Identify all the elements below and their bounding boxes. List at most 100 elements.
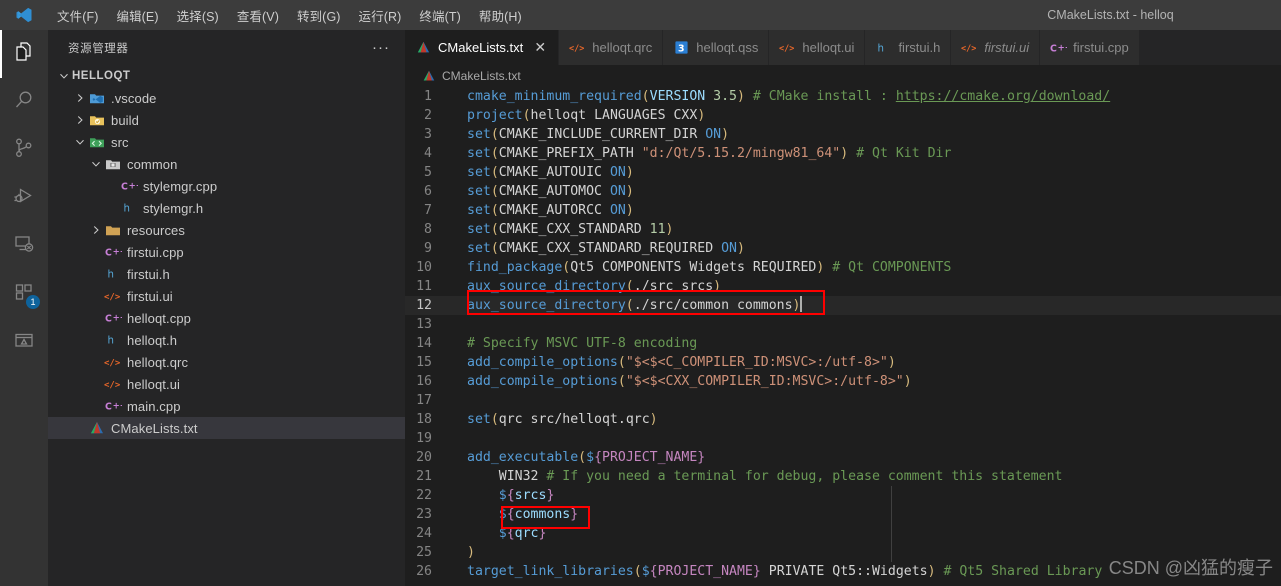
menu-file[interactable]: 文件(F) xyxy=(48,3,107,28)
activity-search[interactable] xyxy=(0,78,48,126)
line-number: 3 xyxy=(424,127,432,142)
tree-item-helloqt-ui[interactable]: </> helloqt.ui xyxy=(48,373,405,395)
tab-helloqt-qrc[interactable]: </> helloqt.qrc xyxy=(559,30,664,65)
tree-item-vscode[interactable]: .vscode xyxy=(48,87,405,109)
code-line: 11 aux_source_directory(./src srcs) xyxy=(405,277,1281,296)
line-number: 24 xyxy=(416,526,432,541)
line-number: 22 xyxy=(416,488,432,503)
tree-item-resources[interactable]: resources xyxy=(48,219,405,241)
tree-item-helloqt[interactable]: HELLOQT xyxy=(48,65,405,87)
tree-item-build[interactable]: build xyxy=(48,109,405,131)
folder-build-icon xyxy=(88,112,106,128)
svg-text:++: ++ xyxy=(1058,43,1067,53)
svg-text:C: C xyxy=(105,247,112,258)
tree-item-cmakelists-txt[interactable]: CMakeLists.txt xyxy=(48,417,405,439)
activity-run-debug[interactable] xyxy=(0,174,48,222)
breadcrumb[interactable]: CMakeLists.txt xyxy=(405,65,1281,87)
cmake-icon xyxy=(88,420,106,436)
tree-item-helloqt-qrc[interactable]: </> helloqt.qrc xyxy=(48,351,405,373)
line-text: set(qrc src/helloqt.qrc) xyxy=(467,412,658,427)
svg-text:h: h xyxy=(107,335,113,346)
tree-item-stylemgr-h[interactable]: h stylemgr.h xyxy=(48,197,405,219)
tree-item-firstui-ui[interactable]: </> firstui.ui xyxy=(48,285,405,307)
chevron-down-icon[interactable] xyxy=(88,157,104,171)
code-line: 10 find_package(Qt5 COMPONENTS Widgets R… xyxy=(405,258,1281,277)
svg-text:</>: </> xyxy=(779,44,794,54)
tree-item-label: HELLOQT xyxy=(72,70,131,82)
menu-selection[interactable]: 选择(S) xyxy=(168,3,228,28)
svg-text:</>: </> xyxy=(569,44,584,54)
line-text: set(CMAKE_AUTOUIC ON) xyxy=(467,165,634,180)
tree-item-helloqt-cpp[interactable]: C++ helloqt.cpp xyxy=(48,307,405,329)
chevron-right-icon[interactable] xyxy=(72,113,88,127)
activity-testing[interactable] xyxy=(0,318,48,366)
line-number: 9 xyxy=(424,241,432,256)
tree-item-helloqt-h[interactable]: h helloqt.h xyxy=(48,329,405,351)
code-line: 14 # Specify MSVC UTF-8 encoding xyxy=(405,334,1281,353)
code-line: 25 ) xyxy=(405,543,1281,562)
code-line: 1 cmake_minimum_required(VERSION 3.5) # … xyxy=(405,87,1281,106)
menu-terminal[interactable]: 终端(T) xyxy=(410,3,469,28)
svg-text:++: ++ xyxy=(112,402,121,412)
menubar[interactable]: 文件(F) 编辑(E) 选择(S) 查看(V) 转到(G) 运行(R) 终端(T… xyxy=(48,3,531,28)
cmake-icon xyxy=(421,69,437,83)
tree-item-label: helloqt.cpp xyxy=(127,310,191,326)
code-line: 18 set(qrc src/helloqt.qrc) xyxy=(405,410,1281,429)
tab-firstui-h[interactable]: h firstui.h xyxy=(865,30,952,65)
activity-explorer[interactable] xyxy=(0,30,48,78)
svg-text:</>: </> xyxy=(104,358,121,368)
tree-item-label: stylemgr.cpp xyxy=(143,178,218,194)
code-line: 22 ${srcs} xyxy=(405,486,1281,505)
tab-firstui-cpp[interactable]: C++ firstui.cpp xyxy=(1040,30,1140,65)
chevron-down-icon[interactable] xyxy=(56,69,72,83)
code-editor[interactable]: 1 cmake_minimum_required(VERSION 3.5) # … xyxy=(405,87,1281,586)
tree-item-main-cpp[interactable]: C++ main.cpp xyxy=(48,395,405,417)
activity-source-control[interactable] xyxy=(0,126,48,174)
tree-item-stylemgr-cpp[interactable]: C++ stylemgr.cpp xyxy=(48,175,405,197)
tree-item-common[interactable]: common xyxy=(48,153,405,175)
remote-explorer-icon xyxy=(12,232,36,261)
code-line: 6 set(CMAKE_AUTOMOC ON) xyxy=(405,182,1281,201)
sidebar-header: 资源管理器 ··· xyxy=(48,30,405,65)
tab-firstui-ui[interactable]: </> firstui.ui xyxy=(951,30,1041,65)
line-number: 17 xyxy=(416,393,432,408)
tab-helloqt-qss[interactable]: 3 helloqt.qss xyxy=(663,30,770,65)
tab-label: firstui.ui xyxy=(984,40,1030,55)
tree-item-firstui-cpp[interactable]: C++ firstui.cpp xyxy=(48,241,405,263)
tab-label: firstui.h xyxy=(898,40,941,55)
svg-text:</>: </> xyxy=(961,44,976,54)
tab-cmakelists-txt[interactable]: CMakeLists.txt ✕ xyxy=(405,30,560,65)
line-number: 19 xyxy=(416,431,432,446)
tree-item-label: firstui.ui xyxy=(127,288,173,304)
activity-extensions[interactable]: 1 xyxy=(0,270,48,318)
menu-run[interactable]: 运行(R) xyxy=(350,3,411,28)
close-icon[interactable]: ✕ xyxy=(532,39,548,56)
line-number: 10 xyxy=(416,260,432,275)
svg-text:</>: </> xyxy=(104,380,121,390)
menu-go[interactable]: 转到(G) xyxy=(288,3,350,28)
code-line: 9 set(CMAKE_CXX_STANDARD_REQUIRED ON) xyxy=(405,239,1281,258)
chevron-right-icon[interactable] xyxy=(72,91,88,105)
svg-text:++: ++ xyxy=(128,182,137,192)
line-text: project(helloqt LANGUAGES CXX) xyxy=(467,108,706,123)
menu-edit[interactable]: 编辑(E) xyxy=(107,3,167,28)
extensions-badge: 1 xyxy=(26,295,40,309)
chevron-down-icon[interactable] xyxy=(72,135,88,149)
tab-helloqt-ui[interactable]: </> helloqt.ui xyxy=(769,30,866,65)
line-number: 12 xyxy=(416,298,432,313)
more-actions-icon[interactable]: ··· xyxy=(369,40,393,55)
cmake-icon xyxy=(415,40,432,55)
line-text: add_compile_options("$<$<C_COMPILER_ID:M… xyxy=(467,355,896,370)
h-icon: h xyxy=(120,201,138,215)
tree-item-src[interactable]: src xyxy=(48,131,405,153)
menu-help[interactable]: 帮助(H) xyxy=(470,3,531,28)
tree-item-firstui-h[interactable]: h firstui.h xyxy=(48,263,405,285)
svg-text:C: C xyxy=(105,401,112,412)
line-text: ) xyxy=(467,545,475,560)
svg-text:h: h xyxy=(878,43,884,54)
activity-remote-explorer[interactable] xyxy=(0,222,48,270)
menu-view[interactable]: 查看(V) xyxy=(228,3,288,28)
tree-item-label: main.cpp xyxy=(127,398,181,414)
svg-text:C: C xyxy=(105,313,112,324)
chevron-right-icon[interactable] xyxy=(88,223,104,237)
